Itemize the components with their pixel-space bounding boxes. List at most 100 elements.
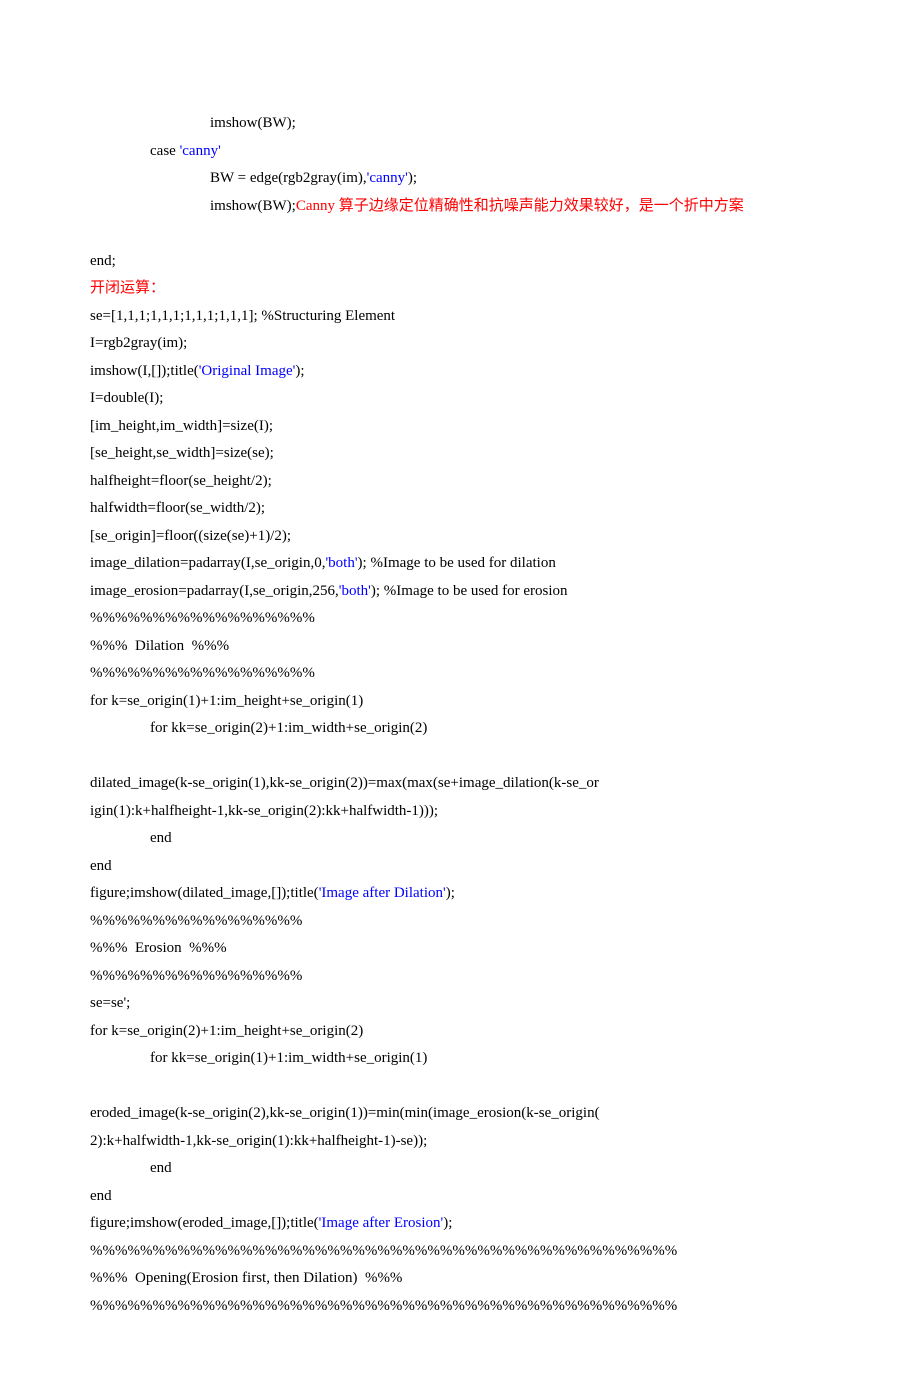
code-line: se=[1,1,1;1,1,1;1,1,1;1,1,1]; %Structuri…: [90, 303, 830, 331]
code-line: [se_height,se_width]=size(se);: [90, 440, 830, 468]
code-line: imshow(BW);Canny 算子边缘定位精确性和抗噪声能力效果较好，是一个…: [90, 193, 830, 221]
code-token: [im_height,im_width]=size(I);: [90, 418, 273, 434]
code-token: image_dilation=padarray(I,se_origin,0,: [90, 555, 325, 571]
code-line: %%%%%%%%%%%%%%%%%%: [90, 605, 830, 633]
code-token: %%% Erosion %%%: [90, 940, 227, 956]
code-token: %Structuring Element: [261, 308, 395, 324]
code-token: %%%%%%%%%%%%%%%%%: [90, 913, 302, 929]
code-line: %%%%%%%%%%%%%%%%%: [90, 908, 830, 936]
code-line: [90, 743, 830, 771]
code-token: se=se';: [90, 995, 130, 1011]
code-line: figure;imshow(eroded_image,[]);title('Im…: [90, 1210, 830, 1238]
code-token: end;: [90, 253, 116, 269]
code-token: se=[1,1,1;1,1,1;1,1,1;1,1,1];: [90, 308, 261, 324]
code-line: %%% Erosion %%%: [90, 935, 830, 963]
code-line: end: [90, 825, 830, 853]
code-line: for k=se_origin(1)+1:im_height+se_origin…: [90, 688, 830, 716]
code-token: end: [150, 830, 172, 846]
code-token: 开闭运算：: [90, 280, 165, 296]
code-line: figure;imshow(dilated_image,[]);title('I…: [90, 880, 830, 908]
code-line: 2):k+halfwidth-1,kk-se_origin(1):kk+half…: [90, 1128, 830, 1156]
code-token: );: [408, 170, 417, 186]
code-token: 'Image after Dilation': [319, 885, 446, 901]
code-line: %%% Opening(Erosion first, then Dilation…: [90, 1265, 830, 1293]
code-line: %%%%%%%%%%%%%%%%%: [90, 963, 830, 991]
code-token: [se_height,se_width]=size(se);: [90, 445, 274, 461]
code-line: %%%%%%%%%%%%%%%%%%%%%%%%%%%%%%%%%%%%%%%%…: [90, 1293, 830, 1321]
code-line: image_erosion=padarray(I,se_origin,256,'…: [90, 578, 830, 606]
code-token: %%% Dilation %%%: [90, 638, 229, 654]
code-line: [se_origin]=floor((size(se)+1)/2);: [90, 523, 830, 551]
code-token: dilated_image(k-se_origin(1),kk-se_origi…: [90, 775, 599, 791]
code-token: halfheight=floor(se_height/2);: [90, 473, 272, 489]
code-token: );: [358, 555, 371, 571]
code-line: BW = edge(rgb2gray(im),'canny');: [90, 165, 830, 193]
code-token: %%%%%%%%%%%%%%%%%%: [90, 665, 315, 681]
code-line: [90, 1073, 830, 1101]
code-token: 'canny': [367, 170, 408, 186]
code-token: for kk=se_origin(1)+1:im_width+se_origin…: [150, 1050, 427, 1066]
code-token: end: [90, 858, 112, 874]
code-line: imshow(I,[]);title('Original Image');: [90, 358, 830, 386]
code-line: se=se';: [90, 990, 830, 1018]
code-token: %%%%%%%%%%%%%%%%%%%%%%%%%%%%%%%%%%%%%%%%…: [90, 1243, 677, 1259]
code-token: I=double(I);: [90, 390, 163, 406]
code-token: %%%%%%%%%%%%%%%%%: [90, 968, 302, 984]
code-token: for k=se_origin(2)+1:im_height+se_origin…: [90, 1023, 363, 1039]
code-line: %%% Dilation %%%: [90, 633, 830, 661]
code-token: );: [295, 363, 304, 379]
code-token: 'both': [339, 583, 371, 599]
code-token: );: [371, 583, 384, 599]
code-token: imshow(I,[]);title(: [90, 363, 199, 379]
code-line: end: [90, 853, 830, 881]
code-token: eroded_image(k-se_origin(2),kk-se_origin…: [90, 1105, 600, 1121]
code-token: Canny 算子边缘定位精确性和抗噪声能力效果较好，是一个折中方案: [296, 198, 744, 214]
code-line: igin(1):k+halfheight-1,kk-se_origin(2):k…: [90, 798, 830, 826]
code-token: image_erosion=padarray(I,se_origin,256,: [90, 583, 339, 599]
code-token: igin(1):k+halfheight-1,kk-se_origin(2):k…: [90, 803, 438, 819]
code-token: 'both': [325, 555, 357, 571]
code-token: 'Image after Erosion': [319, 1215, 444, 1231]
code-line: eroded_image(k-se_origin(2),kk-se_origin…: [90, 1100, 830, 1128]
code-token: %%% Opening(Erosion first, then Dilation…: [90, 1270, 402, 1286]
code-line: [90, 220, 830, 248]
code-token: [90, 748, 94, 764]
code-token: 'Original Image': [199, 363, 296, 379]
code-line: I=rgb2gray(im);: [90, 330, 830, 358]
code-token: %%%%%%%%%%%%%%%%%%: [90, 610, 315, 626]
code-line: %%%%%%%%%%%%%%%%%%%%%%%%%%%%%%%%%%%%%%%%…: [90, 1238, 830, 1266]
code-line: I=double(I);: [90, 385, 830, 413]
code-token: imshow(BW);: [210, 115, 296, 131]
code-token: %Image to be used for dilation: [370, 555, 555, 571]
document-page: imshow(BW);case 'canny'BW = edge(rgb2gra…: [0, 0, 920, 1400]
code-token: case: [150, 143, 180, 159]
code-line: case 'canny': [90, 138, 830, 166]
code-line: halfwidth=floor(se_width/2);: [90, 495, 830, 523]
code-line: dilated_image(k-se_origin(1),kk-se_origi…: [90, 770, 830, 798]
code-line: image_dilation=padarray(I,se_origin,0,'b…: [90, 550, 830, 578]
code-token: 'canny': [180, 143, 221, 159]
code-token: halfwidth=floor(se_width/2);: [90, 500, 265, 516]
code-token: I=rgb2gray(im);: [90, 335, 187, 351]
code-token: for kk=se_origin(2)+1:im_width+se_origin…: [150, 720, 427, 736]
code-token: );: [443, 1215, 452, 1231]
code-token: figure;imshow(eroded_image,[]);title(: [90, 1215, 319, 1231]
code-line: %%%%%%%%%%%%%%%%%%: [90, 660, 830, 688]
code-token: %Image to be used for erosion: [384, 583, 568, 599]
code-token: BW = edge(rgb2gray(im),: [210, 170, 367, 186]
code-token: [90, 225, 94, 241]
code-line: for k=se_origin(2)+1:im_height+se_origin…: [90, 1018, 830, 1046]
code-line: end: [90, 1183, 830, 1211]
code-token: [90, 1078, 94, 1094]
code-token: %%%%%%%%%%%%%%%%%%%%%%%%%%%%%%%%%%%%%%%%…: [90, 1298, 677, 1314]
code-line: [im_height,im_width]=size(I);: [90, 413, 830, 441]
code-line: end;: [90, 248, 830, 276]
code-line: for kk=se_origin(1)+1:im_width+se_origin…: [90, 1045, 830, 1073]
code-token: imshow(BW);: [210, 198, 296, 214]
code-token: );: [446, 885, 455, 901]
code-line: 开闭运算：: [90, 275, 830, 303]
code-token: [se_origin]=floor((size(se)+1)/2);: [90, 528, 291, 544]
code-token: end: [90, 1188, 112, 1204]
code-token: 2):k+halfwidth-1,kk-se_origin(1):kk+half…: [90, 1133, 427, 1149]
code-token: for k=se_origin(1)+1:im_height+se_origin…: [90, 693, 363, 709]
